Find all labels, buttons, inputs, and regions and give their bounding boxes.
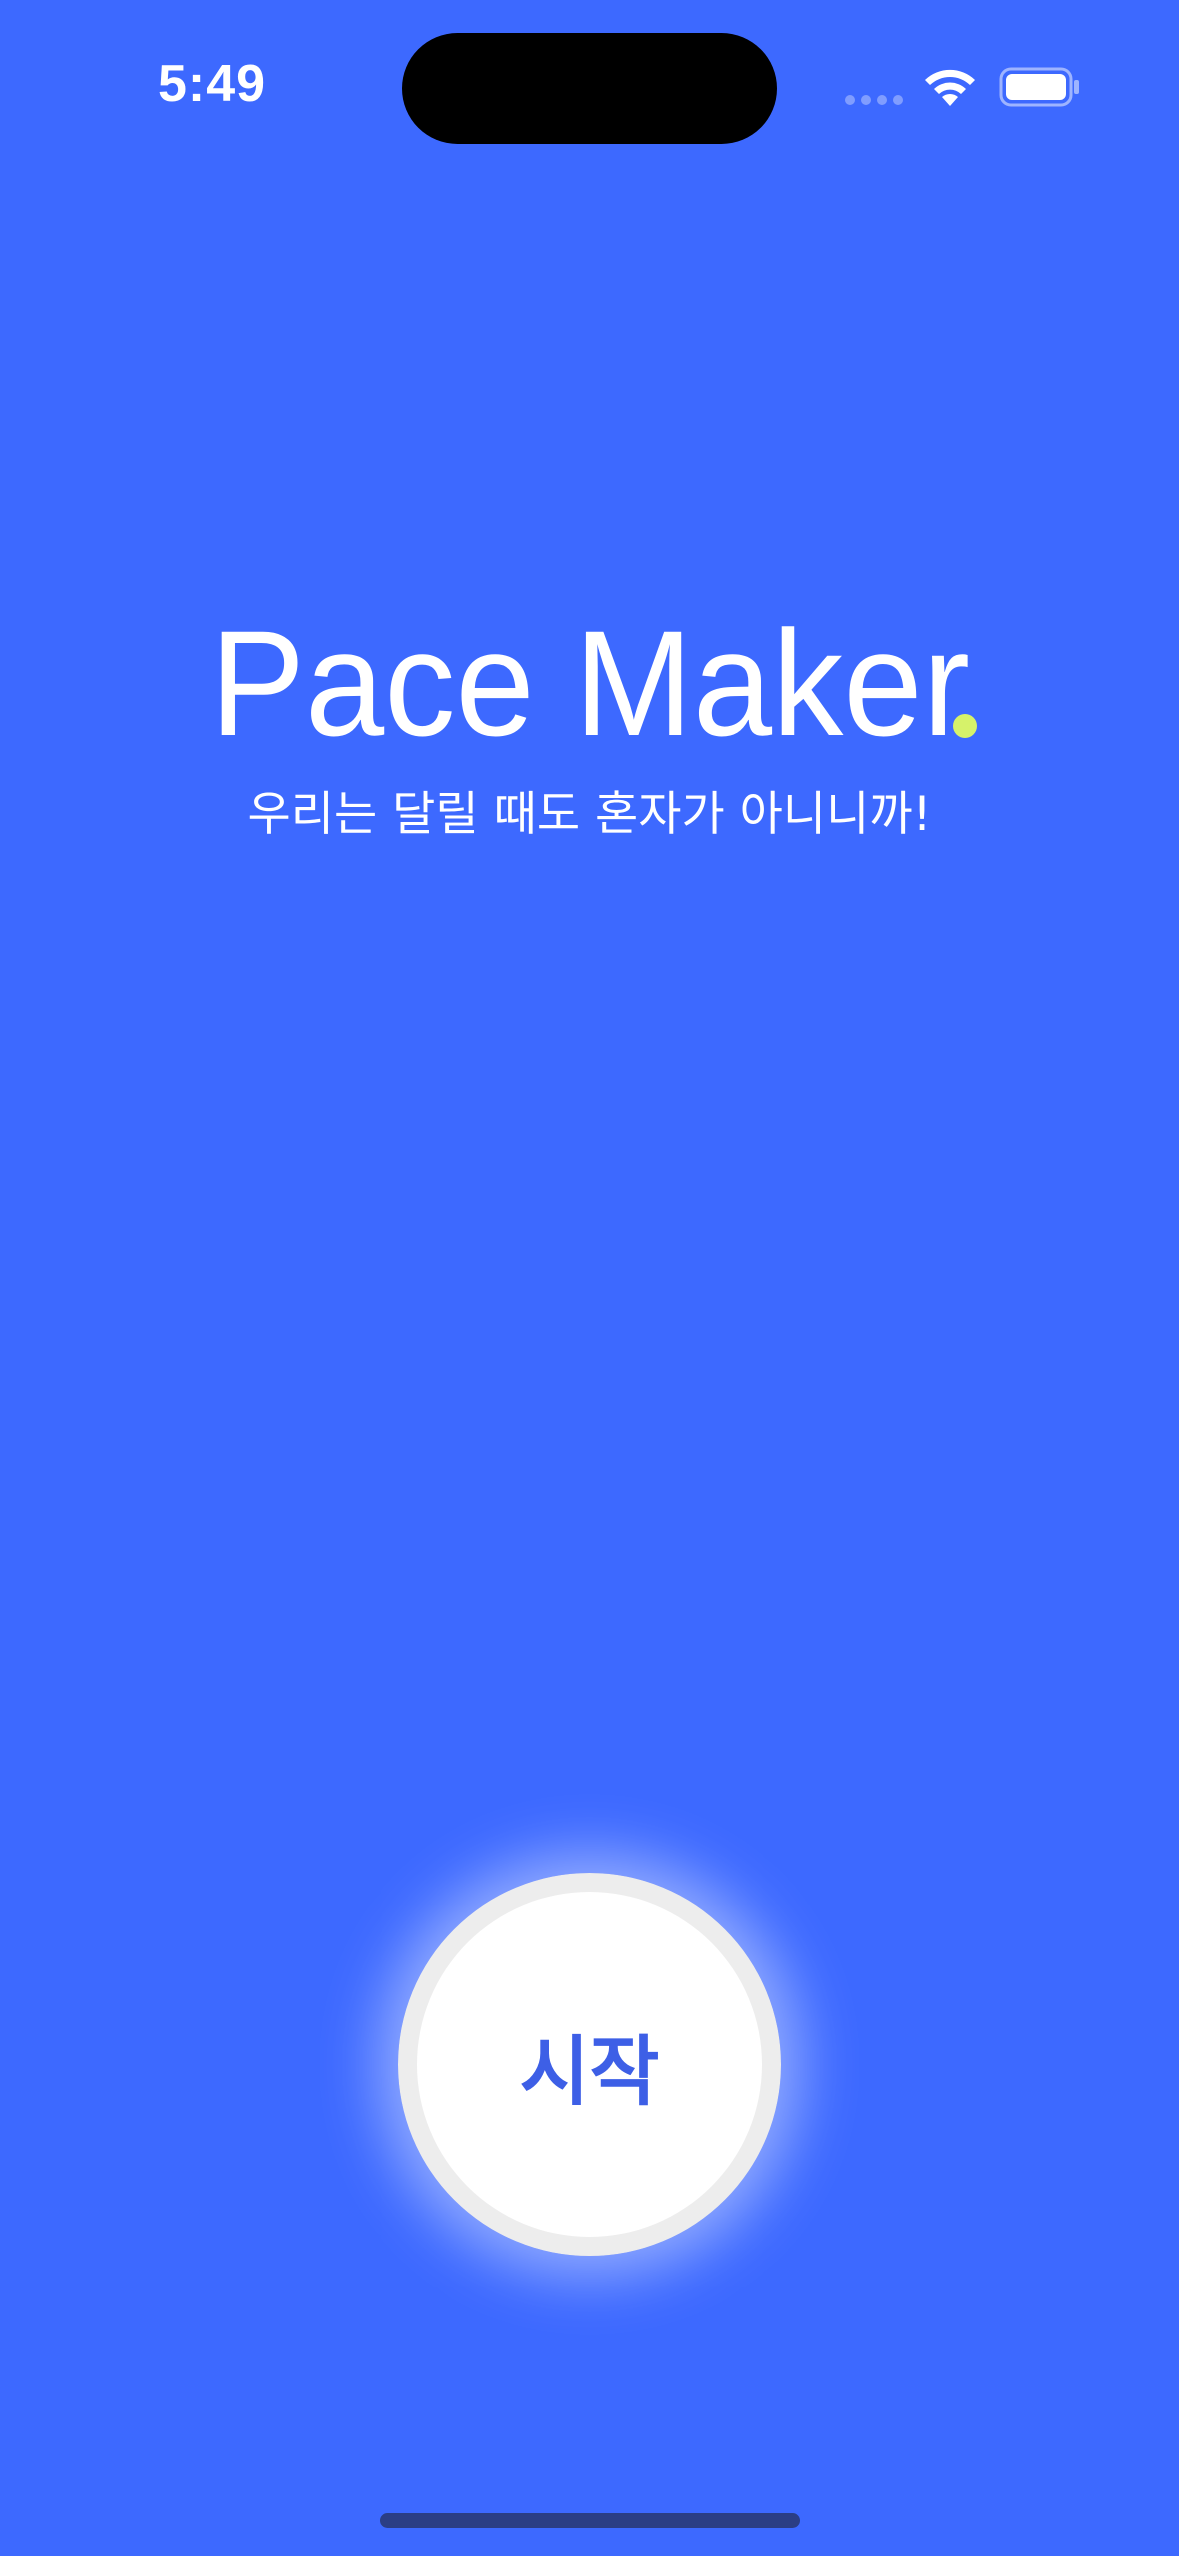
start-button[interactable]: 시작: [398, 1873, 781, 2256]
dynamic-island: [402, 33, 777, 144]
cellular-signal-icon: [845, 95, 903, 105]
battery-icon: [999, 67, 1079, 107]
start-button-face[interactable]: 시작: [417, 1892, 762, 2237]
status-time: 5:49: [158, 55, 267, 113]
logo-dot-icon: [952, 714, 977, 738]
pace-maker-logo: Pace Maker: [0, 600, 1179, 750]
svg-text:Pace Maker: Pace Maker: [210, 600, 970, 750]
wifi-icon: [925, 69, 975, 106]
start-button-label: 시작: [519, 2026, 660, 2116]
home-indicator[interactable]: [380, 2513, 800, 2528]
tagline: 우리는 달릴 때도 혼자가 아니니까!: [247, 787, 932, 842]
